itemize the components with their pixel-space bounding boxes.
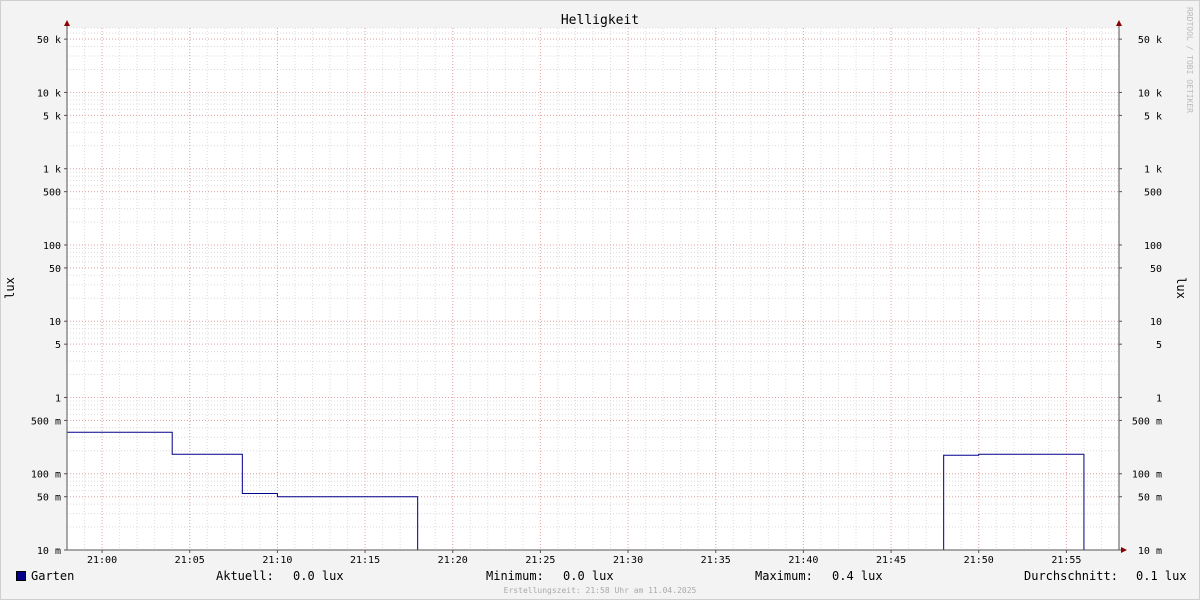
y-tick-label-left: 100 bbox=[43, 241, 61, 252]
x-tick-label: 21:55 bbox=[1051, 555, 1081, 566]
y-tick-labels-left: 50 k 10 k 5 k 1 k 500 100 50 10 5 1 500 m 100 m 50 m… bbox=[31, 35, 61, 557]
y-tick-label-right: 50 k bbox=[1138, 35, 1162, 46]
y-tick-label-right: 100 m bbox=[1132, 470, 1162, 481]
x-axis-arrow bbox=[1121, 547, 1127, 553]
x-tick-label: 21:20 bbox=[438, 555, 468, 566]
legend-min-value: 0.0 lux bbox=[563, 569, 614, 583]
legend-max-label: Maximum: bbox=[755, 569, 813, 583]
x-tick-label: 21:30 bbox=[613, 555, 643, 566]
legend-min-label: Minimum: bbox=[486, 569, 544, 583]
y-tick-label-left: 50 m bbox=[37, 493, 61, 504]
y-tick-label-right: 5 k bbox=[1144, 111, 1162, 122]
y-tick-label-left: 100 m bbox=[31, 470, 61, 481]
y-tick-label-left: 1 k bbox=[43, 165, 61, 176]
y-tick-label-left: 500 bbox=[43, 188, 61, 199]
rrdtool-watermark: RRDTOOL / TOBI OETIKER bbox=[1185, 7, 1194, 113]
x-tick-label: 21:35 bbox=[701, 555, 731, 566]
y-axis-label-left: lux bbox=[3, 277, 17, 299]
y-tick-label-left: 5 bbox=[55, 340, 61, 351]
x-tick-label: 21:45 bbox=[876, 555, 906, 566]
y-tick-label-right: 10 bbox=[1150, 317, 1162, 328]
y-tick-label-right: 10 m bbox=[1138, 546, 1162, 557]
y-tick-label-left: 10 bbox=[49, 317, 61, 328]
legend-row: Garten Aktuell: 0.0 lux Minimum: 0.0 lux… bbox=[1, 567, 1199, 585]
x-tick-label: 21:10 bbox=[262, 555, 292, 566]
x-tick-label: 21:25 bbox=[525, 555, 555, 566]
y-tick-label-right: 500 bbox=[1144, 188, 1162, 199]
chart-window: 50 k 10 k 5 k 1 k 500 100 50 10 5 1 500 m 100 m 50 m… bbox=[0, 0, 1200, 600]
y-tick-label-right: 50 bbox=[1150, 264, 1162, 275]
y-tick-label-left: 1 bbox=[55, 393, 61, 404]
y-tick-label-left: 500 m bbox=[31, 416, 61, 427]
legend-current-value: 0.0 lux bbox=[293, 569, 344, 583]
y-tick-label-right: 500 m bbox=[1132, 416, 1162, 427]
chart-title: Helligkeit bbox=[561, 13, 639, 28]
y-tick-label-left: 50 bbox=[49, 264, 61, 275]
y-tick-label-right: 10 k bbox=[1138, 88, 1162, 99]
creation-timestamp: Erstellungszeit: 21:58 Uhr am 11.04.2025 bbox=[503, 586, 697, 595]
x-tick-label: 21:15 bbox=[350, 555, 380, 566]
y-tick-label-left: 10 k bbox=[37, 88, 61, 99]
right-axis-arrow bbox=[1116, 20, 1122, 26]
left-axis-arrow bbox=[64, 20, 70, 26]
x-tick-label: 21:00 bbox=[87, 555, 117, 566]
legend-avg-value: 0.1 lux bbox=[1136, 569, 1187, 583]
y-tick-label-right: 50 m bbox=[1138, 493, 1162, 504]
x-tick-label: 21:50 bbox=[964, 555, 994, 566]
y-tick-label-right: 1 bbox=[1156, 393, 1162, 404]
y-tick-label-right: 1 k bbox=[1144, 165, 1162, 176]
legend-avg-label: Durchschnitt: bbox=[1024, 569, 1118, 583]
brightness-chart: 50 k 10 k 5 k 1 k 500 100 50 10 5 1 500 m 100 m 50 m… bbox=[3, 13, 1188, 566]
legend-current-label: Aktuell: bbox=[216, 569, 274, 583]
y-tick-label-left: 10 m bbox=[37, 546, 61, 557]
y-tick-label-left: 50 k bbox=[37, 35, 61, 46]
y-tick-label-right: 100 bbox=[1144, 241, 1162, 252]
y-tick-label-right: 5 bbox=[1156, 340, 1162, 351]
x-tick-label: 21:40 bbox=[788, 555, 818, 566]
legend-max-value: 0.4 lux bbox=[832, 569, 883, 583]
y-axis-label-right: lux bbox=[1174, 277, 1188, 299]
x-tick-labels: 21:00 21:05 21:10 21:15 21:20 21:25 21:30 21:35… bbox=[87, 555, 1081, 566]
legend-series-name: Garten bbox=[31, 569, 75, 583]
y-tick-labels-right: 50 k 10 k 5 k 1 k 500 100 50 10 5 1 500 m 100 m 50 m… bbox=[1132, 35, 1162, 557]
y-tick-label-left: 5 k bbox=[43, 111, 61, 122]
x-tick-label: 21:05 bbox=[175, 555, 205, 566]
